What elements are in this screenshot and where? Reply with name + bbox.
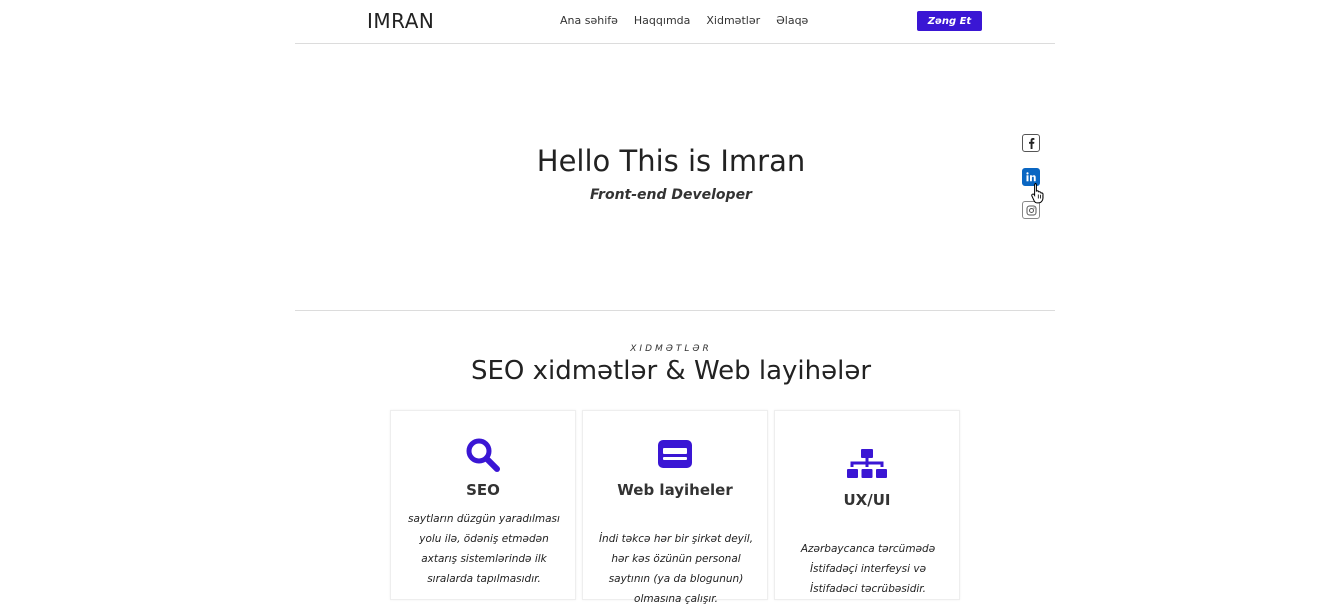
section-divider: [295, 310, 1055, 311]
site-logo[interactable]: IMRAN: [367, 9, 434, 33]
service-card-seo: SEO saytların düzgün yaradılması yolu il…: [390, 410, 576, 600]
nav-link-contact[interactable]: Əlaqə: [776, 14, 808, 27]
sitemap-icon: [775, 448, 959, 482]
hand-cursor-icon: [1031, 183, 1044, 204]
service-card-title: SEO: [466, 481, 500, 499]
nav-link-about[interactable]: Haqqımda: [634, 14, 690, 27]
hero-title: Hello This is Imran: [536, 144, 806, 178]
nav-link-services[interactable]: Xidmətlər: [706, 14, 760, 27]
search-icon: [391, 437, 575, 473]
nav-link-home[interactable]: Ana səhifə: [560, 14, 618, 27]
call-button[interactable]: Zəng Et: [917, 11, 982, 31]
service-card-title: Web layiheler: [617, 481, 733, 499]
service-card-description: İndi təkcə hər bir şirkət deyil, hər kəs…: [598, 533, 754, 605]
facebook-icon[interactable]: [1022, 134, 1040, 152]
service-card-description: saytların düzgün yaradılması yolu ilə, ö…: [408, 513, 560, 585]
service-card-uxui: UX/UI Azərbaycanca tərcümədə İstifadəçi …: [774, 410, 960, 600]
section-kicker: XIDMƏTLƏR: [630, 344, 712, 354]
service-card-title: UX/UI: [843, 491, 891, 509]
hero-subtitle: Front-end Developer: [590, 187, 752, 203]
service-card-description: Azərbaycanca tərcümədə İstifadəçi interf…: [800, 543, 936, 595]
section-title: SEO xidmətlər & Web layihələr: [470, 356, 872, 386]
service-card-web: Web layiheler İndi təkcə hər bir şirkət …: [582, 410, 768, 605]
page: IMRAN Ana səhifə Haqqımda Xidmətlər Əlaq…: [0, 0, 1342, 605]
main-nav: Ana səhifə Haqqımda Xidmətlər Əlaqə: [560, 14, 808, 27]
top-navbar: IMRAN Ana səhifə Haqqımda Xidmətlər Əlaq…: [295, 0, 1055, 44]
website-icon: [583, 439, 767, 469]
